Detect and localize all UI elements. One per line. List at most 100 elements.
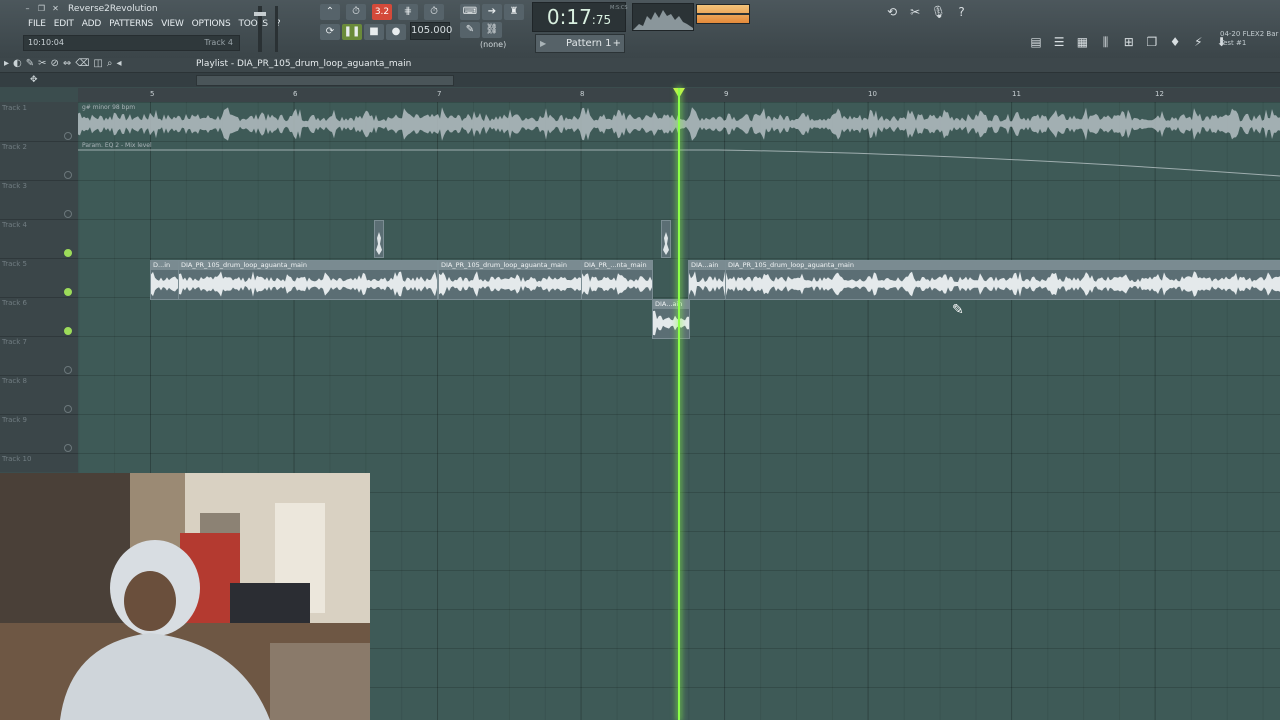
pencil-icon[interactable]: ✎ xyxy=(460,22,480,38)
window-panel: – ❐ ✕ Reverse2Revolution FILE EDIT ADD P… xyxy=(20,0,281,58)
track-9-mute[interactable] xyxy=(64,444,72,452)
track-divider xyxy=(0,297,78,298)
lane2-label: Param. EQ 2 - Mix level xyxy=(82,142,152,149)
reset-icon[interactable]: ⟲ xyxy=(884,4,900,20)
playlist-view-icon[interactable]: ▤ xyxy=(1028,34,1044,50)
pause-icon[interactable]: ❚❚ xyxy=(342,24,362,40)
blend-icon[interactable]: ⏱ xyxy=(424,4,444,20)
track-name-4[interactable]: Track 4 xyxy=(2,221,27,229)
add-pattern-icon[interactable]: + xyxy=(613,35,621,52)
close-icon[interactable]: ✕ xyxy=(50,4,61,14)
track-name-5[interactable]: Track 5 xyxy=(2,260,27,268)
track-5-clip[interactable]: DIA_PR_105_drum_loop_aguanta_main xyxy=(438,260,582,300)
menu-tools[interactable]: TOOLS xyxy=(234,19,271,29)
track-5-clip[interactable]: DIA_PR_105_drum_loop_aguanta_main xyxy=(178,260,438,300)
track-name-3[interactable]: Track 3 xyxy=(2,182,27,190)
track-6-clip[interactable]: DIA...ain xyxy=(652,299,690,339)
track-divider xyxy=(0,258,78,259)
clip-label: DIA_PR_105_drum_loop_aguanta_main xyxy=(439,261,581,270)
track-name-6[interactable]: Track 6 xyxy=(2,299,27,307)
track-8-mute[interactable] xyxy=(64,405,72,413)
clip-label: DIA_PR_...nta_main xyxy=(582,261,652,270)
track-5-clip[interactable]: DIA_PR_...nta_main xyxy=(581,260,653,300)
track-7-mute[interactable] xyxy=(64,366,72,374)
wait-icon[interactable]: ⏱ xyxy=(346,4,366,20)
track-divider xyxy=(0,336,78,337)
move-icon[interactable]: ✥ xyxy=(30,75,38,85)
master-volume-slider[interactable] xyxy=(254,6,266,52)
stop-icon[interactable]: ■ xyxy=(364,24,384,40)
track-5-clip[interactable]: DIA...ain xyxy=(688,260,726,300)
pattern-selector[interactable]: ▶ Pattern 1 + xyxy=(535,34,625,53)
metronome-icon[interactable]: ⌃ xyxy=(320,4,340,20)
restore-icon[interactable]: ❐ xyxy=(36,4,47,14)
menu-patterns[interactable]: PATTERNS xyxy=(105,19,157,29)
time-unit: M:S:CS xyxy=(610,5,628,11)
view-buttons: ▤ ☰ ▦ ⫼ ⊞ ❐ ♦ ⚡ ⬇ xyxy=(1028,34,1234,50)
menu-help[interactable]: ? xyxy=(272,19,285,29)
link-icon[interactable]: ⛓ xyxy=(482,22,502,38)
microphone-icon[interactable]: 🎙 xyxy=(930,4,946,20)
mode-badge[interactable]: 3.2 xyxy=(372,4,392,20)
track-name-9[interactable]: Track 9 xyxy=(2,416,27,424)
track-5-clip[interactable]: DIA_PR_105_drum_loop_aguanta_main xyxy=(725,260,1280,300)
flex-panel[interactable]: 04-20 FLEX2 Bar Test #1 xyxy=(1220,30,1280,54)
track-name-7[interactable]: Track 7 xyxy=(2,338,27,346)
clip-waveform xyxy=(151,271,179,297)
clip-label: DIA_PR_105_drum_loop_aguanta_main xyxy=(179,261,437,270)
minimize-icon[interactable]: – xyxy=(22,4,33,14)
channel-rack-icon[interactable]: ☰ xyxy=(1051,34,1067,50)
playlist-tool-icons[interactable]: ▸◐✎✂⊘⇔⌫◫⌕◂ xyxy=(4,58,125,69)
plugin-icon[interactable]: ⊞ xyxy=(1121,34,1137,50)
loop-icon[interactable]: ⟳ xyxy=(320,24,340,40)
track-divider xyxy=(0,180,78,181)
webcam-image xyxy=(0,473,370,720)
piano-roll-icon[interactable]: ▦ xyxy=(1074,34,1090,50)
menu-bar: FILE EDIT ADD PATTERNS VIEW OPTIONS TOOL… xyxy=(24,19,284,29)
plug-icon[interactable]: ⚡ xyxy=(1190,34,1206,50)
track-name-8[interactable]: Track 8 xyxy=(2,377,27,385)
track-6-mute[interactable] xyxy=(64,327,72,335)
menu-add[interactable]: ADD xyxy=(78,19,105,29)
track-1-mute[interactable] xyxy=(64,132,72,140)
browser-icon[interactable]: ❐ xyxy=(1144,34,1160,50)
track-2-mute[interactable] xyxy=(64,171,72,179)
metronome-bell-icon[interactable]: ♜ xyxy=(504,4,524,20)
step-edit-icon[interactable]: ⋕ xyxy=(398,4,418,20)
record-icon[interactable]: ● xyxy=(386,24,406,40)
track-3-mute[interactable] xyxy=(64,210,72,218)
clip-label: DIA_PR_105_drum_loop_aguanta_main xyxy=(726,261,1280,270)
track-4-small-clip[interactable] xyxy=(661,220,671,258)
play-pattern-icon[interactable]: ▶ xyxy=(540,35,546,52)
track-name-1[interactable]: Track 1 xyxy=(2,104,27,112)
menu-options[interactable]: OPTIONS xyxy=(188,19,235,29)
track-name-2[interactable]: Track 2 xyxy=(2,143,27,151)
menu-view[interactable]: VIEW xyxy=(157,19,188,29)
track-divider xyxy=(0,375,78,376)
help-icon[interactable]: ? xyxy=(954,4,970,20)
hint-track: Track 4 xyxy=(204,38,233,47)
track-4-mute[interactable] xyxy=(64,249,72,257)
playhead-line[interactable] xyxy=(678,88,680,720)
track-5-mute[interactable] xyxy=(64,288,72,296)
track-name-10[interactable]: Track 10 xyxy=(2,455,31,463)
tools-icon[interactable]: ✂ xyxy=(907,4,923,20)
ruler-bar-6: 6 xyxy=(293,90,298,98)
tempo-display[interactable]: 105.000 xyxy=(410,22,452,40)
track-5-clip[interactable]: D...in xyxy=(150,260,180,300)
horizontal-scrollbar[interactable] xyxy=(196,75,454,86)
project-title: Reverse2Revolution xyxy=(68,4,158,14)
tempo-tap-icon[interactable]: ♦ xyxy=(1167,34,1183,50)
track-4-small-clip[interactable] xyxy=(374,220,384,258)
typing-keyboard-icon[interactable]: ⌨ xyxy=(460,4,480,20)
clip-label: D...in xyxy=(151,261,179,270)
clip-waveform xyxy=(439,271,581,297)
mixer-icon[interactable]: ⫼ xyxy=(1098,34,1114,50)
master-pitch-slider[interactable] xyxy=(275,6,278,52)
ruler-bar-7: 7 xyxy=(437,90,442,98)
snap-none-label[interactable]: (none) xyxy=(480,40,506,49)
hint-bar: 10:10:04 Track 4 xyxy=(23,35,240,51)
menu-file[interactable]: FILE xyxy=(24,19,50,29)
arrow-right-icon[interactable]: ➔ xyxy=(482,4,502,20)
menu-edit[interactable]: EDIT xyxy=(50,19,78,29)
